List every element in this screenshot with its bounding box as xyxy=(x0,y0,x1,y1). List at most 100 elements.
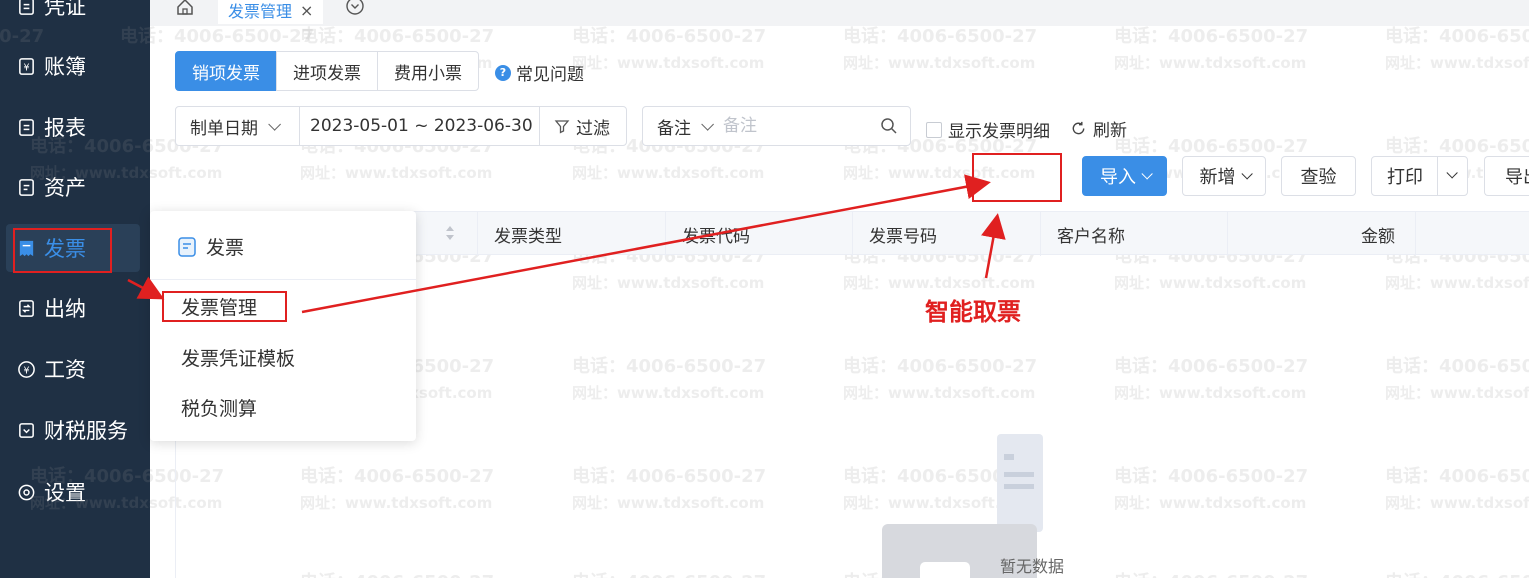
show-detail-checkbox[interactable]: 显示发票明细 xyxy=(926,117,1050,142)
date-field-select[interactable]: 制单日期 xyxy=(176,107,300,145)
annotation-box-invoice-nav xyxy=(13,228,112,273)
date-filter: 制单日期 2023-05-01 ~ 2023-06-30 过滤 xyxy=(175,106,627,146)
refresh-button[interactable]: 刷新 xyxy=(1070,116,1127,141)
sidebar-item-ledger[interactable]: ¥ 账簿 xyxy=(0,42,140,90)
watermark-url: 网址：www.tdxsoft.com xyxy=(843,384,1036,402)
home-icon[interactable] xyxy=(174,0,196,18)
watermark-url: 网址：www.tdxsoft.com xyxy=(572,384,765,402)
checkbox[interactable] xyxy=(926,121,942,138)
export-button[interactable]: 导出 xyxy=(1484,156,1529,196)
date-field-label: 制单日期 xyxy=(190,118,258,139)
menu-item-tax-burden-calculation[interactable]: 税负测算 xyxy=(181,394,257,421)
invoice-icon xyxy=(178,236,196,257)
remark-search: 备注 xyxy=(642,106,911,146)
watermark-url: 网址：www.tdxsoft.com xyxy=(843,54,1036,72)
sidebar-item-tax-service[interactable]: 财税服务 xyxy=(0,406,140,454)
salary-icon: ¥ xyxy=(16,359,36,379)
sidebar-item-settings[interactable]: 设置 xyxy=(0,468,140,516)
voucher-icon xyxy=(16,0,36,16)
column-header-invoice-code[interactable]: 发票代码 xyxy=(665,212,852,256)
watermark-url: 网址：www.tdxsoft.com xyxy=(300,494,493,512)
sidebar-item-report[interactable]: 报表 xyxy=(0,103,140,151)
invoice-submenu: 发票 发票管理 发票凭证模板 税负测算 xyxy=(150,211,416,441)
ledger-icon: ¥ xyxy=(16,56,36,76)
divider xyxy=(150,279,416,280)
svg-text:¥: ¥ xyxy=(23,62,29,73)
filter-label: 过滤 xyxy=(576,118,610,139)
sidebar-item-salary[interactable]: ¥ 工资 xyxy=(0,345,140,393)
sidebar-item-label: 出纳 xyxy=(44,297,86,321)
search-icon[interactable] xyxy=(880,117,898,135)
watermark-phone: 电话：4006-6500-27 xyxy=(1385,466,1529,487)
tax-service-icon xyxy=(16,420,36,440)
tab-invoice-management[interactable]: 发票管理 × xyxy=(218,0,324,24)
help-icon: ? xyxy=(495,64,511,81)
date-range-picker[interactable]: 2023-05-01 ~ 2023-06-30 xyxy=(300,107,540,145)
print-button[interactable]: 打印 xyxy=(1371,156,1468,196)
watermark-phone: 电话：4006-6500-27 xyxy=(1114,466,1309,487)
sidebar-item-label: 资产 xyxy=(44,176,86,200)
chevron-down-icon[interactable] xyxy=(1446,167,1458,179)
column-header-invoice-number[interactable]: 发票号码 xyxy=(852,212,1040,256)
sidebar-item-label: 凭证 xyxy=(44,0,86,19)
watermark-url: 网址：www.tdxsoft.com xyxy=(572,274,765,292)
watermark-url: 网址：www.tdxsoft.com xyxy=(1385,54,1529,72)
watermark-url: 网址：www.tdxsoft.com xyxy=(1385,494,1529,512)
date-range-value: 2023-05-01 ~ 2023-06-30 xyxy=(310,116,533,136)
tab-purchase-invoice[interactable]: 进项发票 xyxy=(276,51,378,91)
search-field-select[interactable]: 备注 xyxy=(643,114,723,139)
refresh-label: 刷新 xyxy=(1093,121,1127,141)
sidebar-item-cashier[interactable]: 出纳 xyxy=(0,284,140,332)
verify-button[interactable]: 查验 xyxy=(1281,156,1356,196)
column-header-customer-name[interactable]: 客户名称 xyxy=(1040,212,1227,256)
watermark-phone: 电话：4006-6500-27 xyxy=(300,568,494,578)
refresh-icon xyxy=(1072,121,1085,135)
search-input[interactable] xyxy=(723,116,863,136)
watermark-url: 网址：www.tdxsoft.com xyxy=(1385,384,1529,402)
sidebar-item-label: 设置 xyxy=(44,481,86,505)
chevron-down-icon[interactable] xyxy=(345,0,365,16)
annotation-box-smart-fetch xyxy=(972,153,1062,202)
watermark-url: 网址：www.tdxsoft.com xyxy=(572,494,765,512)
sidebar-item-label: 财税服务 xyxy=(44,419,128,443)
show-detail-label: 显示发票明细 xyxy=(948,122,1050,142)
menu-item-invoice-voucher-template[interactable]: 发票凭证模板 xyxy=(181,344,295,371)
sort-icon[interactable] xyxy=(445,224,455,242)
watermark-phone: 电话：4006-6500-27 xyxy=(1114,568,1308,578)
import-button[interactable]: 导入 xyxy=(1082,156,1167,196)
sidebar-item-label: 账簿 xyxy=(44,55,86,79)
watermark-url: 网址：www.tdxsoft.com xyxy=(1114,384,1307,402)
sidebar: 凭证 ¥ 账簿 报表 资产 发票 出纳 ¥ 工资 财税服务 设置 xyxy=(0,0,150,578)
column-header-extra xyxy=(1415,212,1529,256)
watermark-url: 网址：www.tdxsoft.com xyxy=(572,54,765,72)
sidebar-item-voucher[interactable]: 凭证 xyxy=(0,0,140,30)
faq-link[interactable]: ? 常见问题 xyxy=(495,60,584,85)
svg-text:¥: ¥ xyxy=(23,365,29,376)
settings-icon xyxy=(16,482,36,502)
add-label: 新增 xyxy=(1199,167,1236,188)
column-header-invoice-type[interactable]: 发票类型 xyxy=(477,212,665,256)
chevron-down-icon xyxy=(268,117,281,131)
sidebar-item-label: 报表 xyxy=(44,116,86,140)
cashier-icon xyxy=(16,298,36,318)
tab-bar: 发票管理 × xyxy=(150,0,1529,26)
sidebar-item-asset[interactable]: 资产 xyxy=(0,163,140,211)
watermark-url: 网址：www.tdxsoft.com xyxy=(572,164,765,182)
add-button[interactable]: 新增 xyxy=(1182,156,1266,196)
tab-expense-receipt[interactable]: 费用小票 xyxy=(377,51,479,91)
tab-sales-invoice[interactable]: 销项发票 xyxy=(175,51,277,91)
watermark-phone: 电话：4006-6500-27 xyxy=(1385,356,1529,377)
asset-icon xyxy=(16,177,36,197)
watermark-phone: 电话：4006-6500-27 xyxy=(572,568,766,578)
watermark-url: 网址：www.tdxsoft.com xyxy=(843,274,1036,292)
print-split-divider xyxy=(1437,157,1438,195)
watermark-phone: 电话：4006-6500-27 xyxy=(1385,136,1529,157)
sidebar-item-label: 工资 xyxy=(44,358,86,382)
annotation-label: 智能取票 xyxy=(925,298,1021,326)
close-icon[interactable]: × xyxy=(300,1,313,20)
import-label: 导入 xyxy=(1100,167,1136,188)
column-header-amount[interactable]: 金额 xyxy=(1227,212,1415,256)
watermark-phone: 电话：4006-6500-27 xyxy=(1114,356,1309,377)
tab-label: 发票管理 xyxy=(228,2,293,21)
filter-button[interactable]: 过滤 xyxy=(540,107,626,145)
